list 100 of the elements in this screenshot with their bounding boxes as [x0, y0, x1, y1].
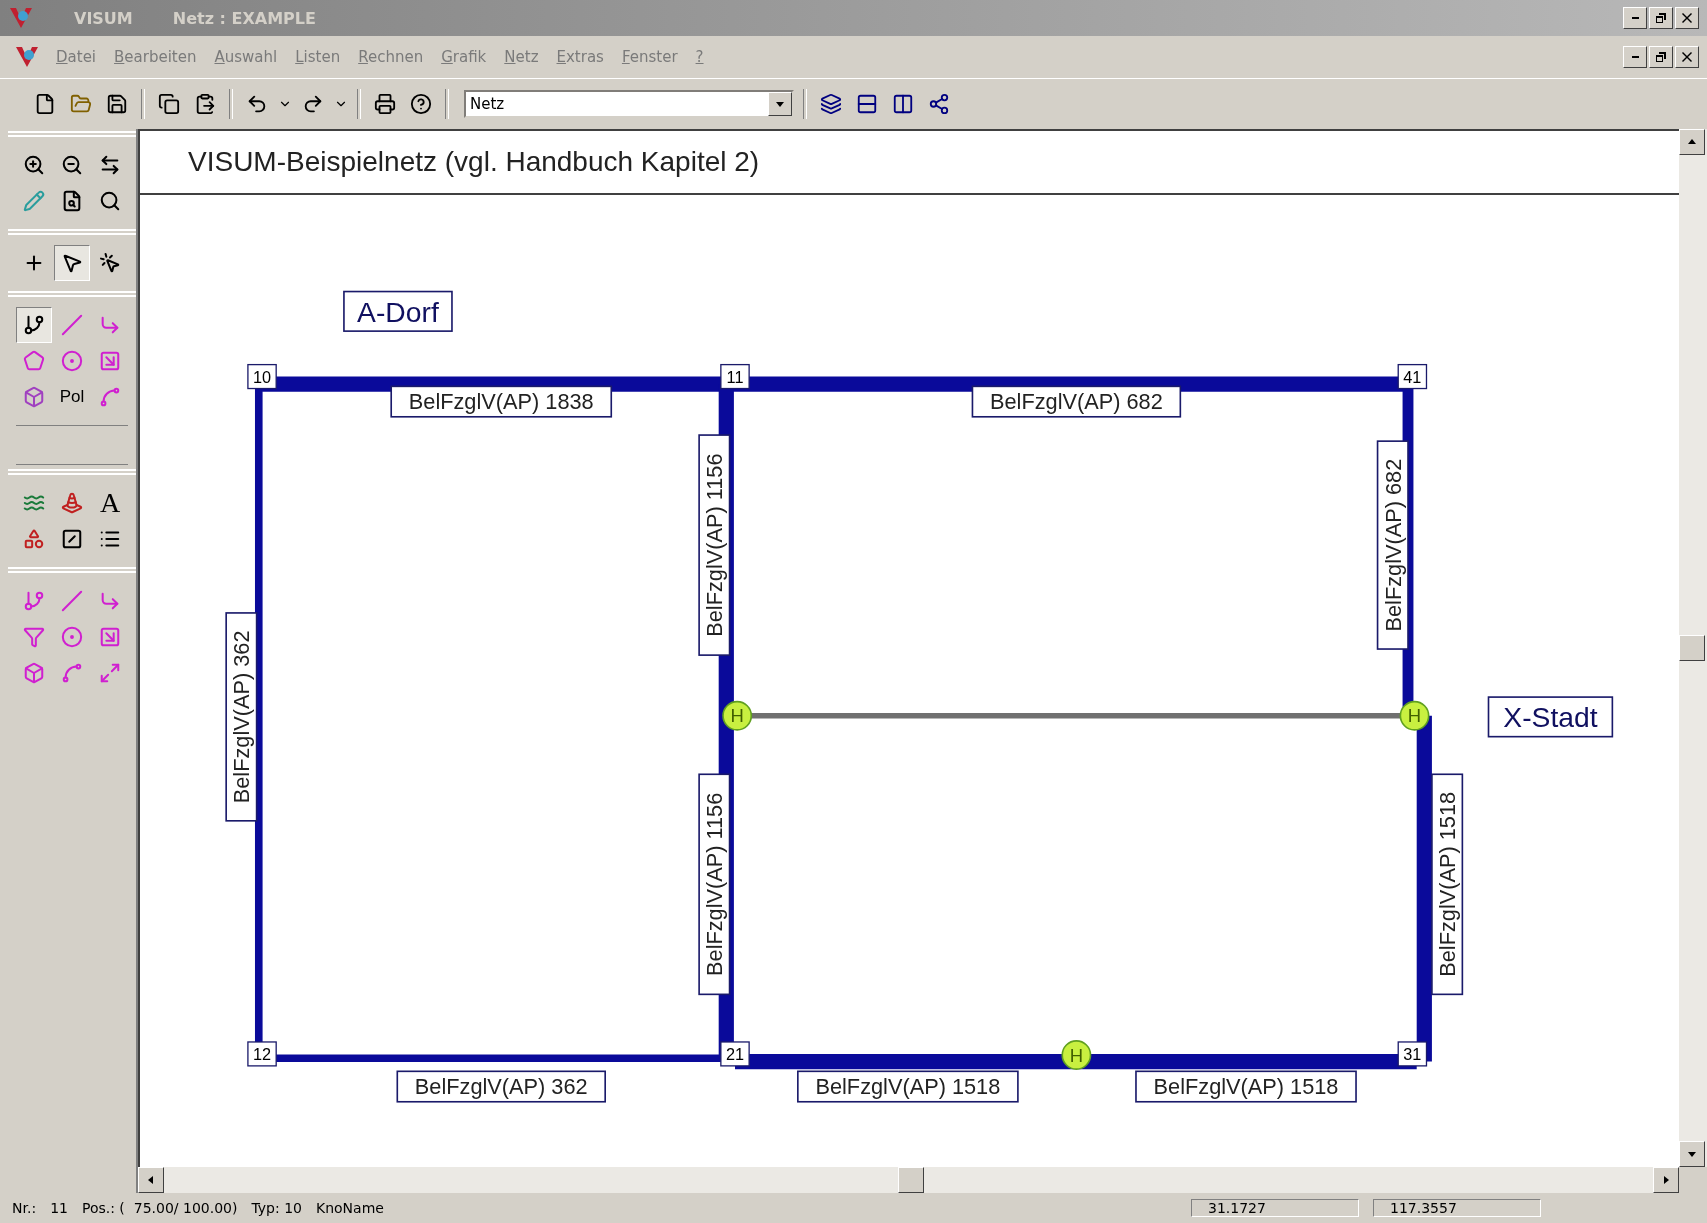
- circle-dot-icon: [61, 350, 83, 372]
- menu-item[interactable]: Grafik: [439, 48, 489, 66]
- tool-button[interactable]: [16, 307, 52, 343]
- scroll-thumb[interactable]: [898, 1167, 924, 1193]
- link-label: BelFzglV(AP) 682: [1376, 440, 1409, 650]
- slashed-square-icon: [61, 528, 83, 550]
- zoom-in-icon: [23, 154, 45, 176]
- link-label: BelFzglV(AP) 362: [396, 1070, 606, 1103]
- document-title: Netz : EXAMPLE: [172, 8, 316, 28]
- rows-icon: [856, 93, 878, 115]
- close-icon: [1682, 13, 1692, 23]
- app-title: VISUM: [74, 8, 133, 28]
- magnifier-icon: [99, 190, 121, 212]
- down-icon: [1687, 1149, 1697, 1159]
- caret-icon: [775, 99, 785, 109]
- filter-icon: [23, 626, 45, 648]
- branch-icon: [23, 314, 45, 336]
- floppy-icon: [106, 93, 128, 115]
- redo-icon: [302, 93, 324, 115]
- link-label: BelFzglV(AP) 1518: [1431, 773, 1464, 996]
- menu-item[interactable]: Auswahl: [212, 48, 280, 66]
- link-label: BelFzglV(AP) 682: [971, 385, 1182, 418]
- menu-item[interactable]: Bearbeiten: [112, 48, 199, 66]
- node-number[interactable]: 12: [247, 1041, 277, 1067]
- help-icon: [410, 93, 432, 115]
- stop-marker[interactable]: H: [1399, 700, 1430, 731]
- menu-item[interactable]: Extras: [554, 48, 606, 66]
- horizontal-scrollbar[interactable]: [138, 1167, 1679, 1193]
- status-text: 11: [50, 1200, 68, 1216]
- network-title: VISUM-Beispielnetz (vgl. Handbuch Kapitel 2): [188, 146, 760, 178]
- menu-item[interactable]: Datei: [54, 48, 99, 66]
- cube-icon: [23, 662, 45, 684]
- tool-button[interactable]: A: [92, 485, 128, 521]
- document-magnifier-icon: [61, 190, 83, 212]
- link-label: BelFzglV(AP) 1156: [698, 434, 731, 656]
- status-text: Nr.:: [12, 1200, 37, 1216]
- dropdown-button[interactable]: [768, 92, 792, 116]
- zone-label: A-Dorf: [343, 290, 453, 332]
- scroll-right-button[interactable]: [1653, 1167, 1679, 1193]
- stacked-windows-icon: [820, 93, 842, 115]
- status-text: Pos.: ( 75.00/ 100.00): [81, 1200, 238, 1216]
- scroll-thumb[interactable]: [1679, 635, 1705, 661]
- tool-button[interactable]: [54, 245, 90, 281]
- stop-marker[interactable]: H: [1061, 1040, 1092, 1070]
- close-button[interactable]: [1675, 46, 1699, 68]
- curve-icon: [61, 662, 83, 684]
- menu-item[interactable]: Listen: [293, 48, 343, 66]
- stop-marker[interactable]: H: [722, 700, 753, 731]
- x-coordinate: 31.1727: [1191, 1199, 1359, 1217]
- scroll-up-button[interactable]: [1679, 129, 1705, 155]
- layer-select[interactable]: Netz: [464, 90, 794, 118]
- link-label: BelFzglV(AP) 1156: [698, 773, 731, 996]
- pencil-icon: [23, 190, 45, 212]
- pentagon-icon: [23, 350, 45, 372]
- corner-arrow-icon: [99, 314, 121, 336]
- clipboard-icon: [194, 93, 216, 115]
- vertical-scrollbar[interactable]: [1679, 129, 1707, 1167]
- node-number[interactable]: 31: [1397, 1041, 1428, 1067]
- link-label: BelFzglV(AP) 1518: [1135, 1070, 1357, 1103]
- line-icon: [61, 314, 83, 336]
- scroll-down-button[interactable]: [1679, 1141, 1705, 1167]
- menu-item[interactable]: Fenster: [619, 48, 680, 66]
- node-number[interactable]: 21: [720, 1041, 750, 1067]
- line-icon: [61, 590, 83, 612]
- printer-icon: [374, 93, 396, 115]
- branch-icon: [23, 590, 45, 612]
- restore-button[interactable]: [1649, 7, 1673, 29]
- corner-arrow-icon: [99, 590, 121, 612]
- scroll-left-button[interactable]: [138, 1167, 164, 1193]
- up-icon: [1687, 137, 1697, 147]
- windows-arrange-icon: [928, 93, 950, 115]
- copy-icon: [158, 93, 180, 115]
- shapes-icon: [23, 528, 45, 550]
- curve-icon: [99, 386, 121, 408]
- link-label: BelFzglV(AP) 362: [225, 612, 258, 822]
- close-icon: [1682, 52, 1692, 62]
- zone-label: X-Stadt: [1487, 696, 1614, 738]
- minimize-button[interactable]: [1623, 7, 1647, 29]
- node-number[interactable]: 41: [1397, 363, 1428, 390]
- menu-item[interactable]: ?: [693, 48, 706, 66]
- restore-button[interactable]: [1649, 46, 1673, 68]
- minimize-button[interactable]: [1623, 46, 1647, 68]
- menu-item[interactable]: Netz: [502, 48, 541, 66]
- status-text: Typ: 10: [251, 1200, 302, 1216]
- node-number[interactable]: 10: [247, 363, 277, 390]
- circle-dot-icon: [61, 626, 83, 648]
- undo-icon: [246, 93, 268, 115]
- zoom-out-icon: [61, 154, 83, 176]
- link-label: BelFzglV(AP) 1518: [797, 1070, 1019, 1103]
- right-icon: [1661, 1175, 1671, 1185]
- menu-item[interactable]: Rechnen: [356, 48, 426, 66]
- close-button[interactable]: [1675, 7, 1699, 29]
- link-label: BelFzglV(AP) 1838: [390, 385, 613, 418]
- minimize-icon: [1631, 56, 1639, 58]
- pointer-icon: [61, 252, 83, 274]
- pointer-click-icon: [99, 252, 121, 274]
- columns-icon: [892, 93, 914, 115]
- double-arrow-icon: [99, 154, 121, 176]
- node-number[interactable]: 11: [720, 363, 750, 390]
- tool-button[interactable]: Pol: [54, 379, 90, 415]
